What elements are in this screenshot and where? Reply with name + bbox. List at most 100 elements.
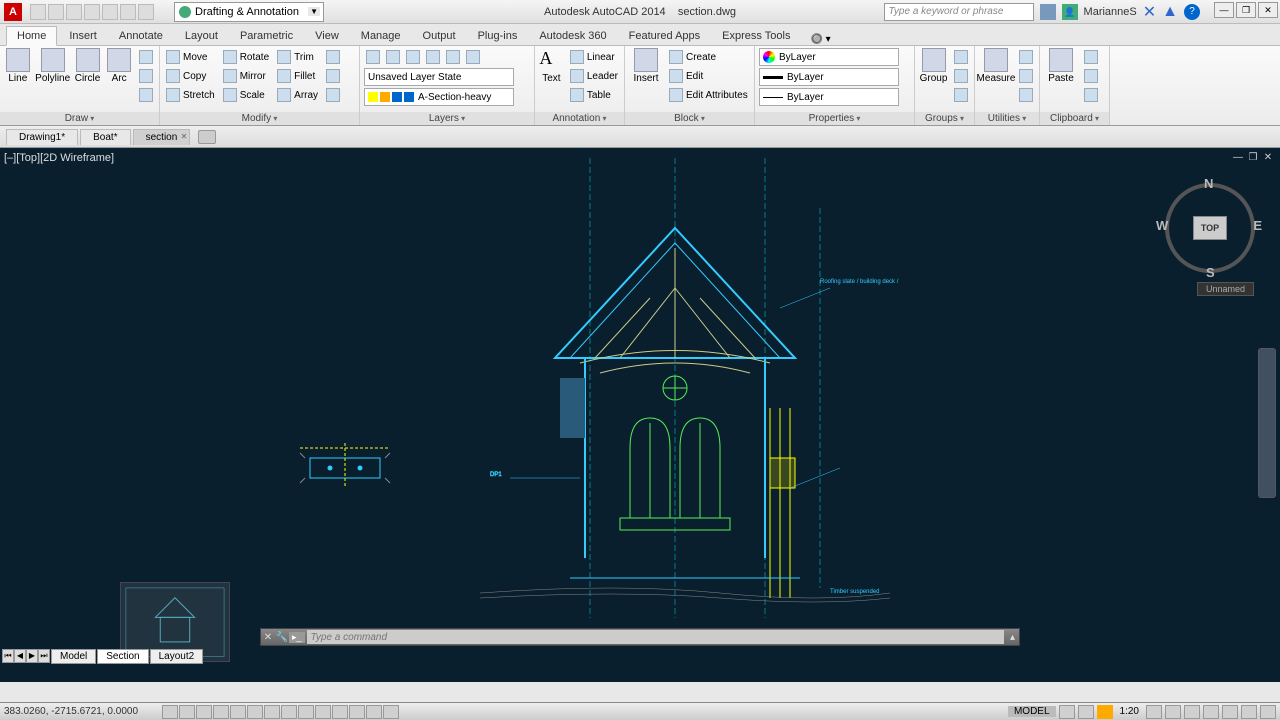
tool-text[interactable]: AText: [539, 48, 564, 84]
tool-linear-dim[interactable]: Linear: [568, 48, 620, 66]
minimize-button[interactable]: —: [1214, 2, 1234, 18]
panel-properties-title[interactable]: Properties: [755, 112, 914, 125]
cloud-icon[interactable]: ▲: [1162, 3, 1178, 21]
group-extra-3[interactable]: [952, 86, 970, 104]
tool-fillet[interactable]: Fillet: [275, 67, 320, 85]
ribbon-tab-output[interactable]: Output: [413, 27, 466, 45]
layer-freeze[interactable]: [404, 48, 422, 66]
panel-layers-title[interactable]: Layers: [360, 112, 534, 125]
scale-readout[interactable]: 1:20: [1116, 706, 1143, 717]
cmdline-close-icon[interactable]: ✕: [261, 632, 275, 643]
layout-first-icon[interactable]: ⏮: [2, 649, 14, 663]
sc-toggle[interactable]: [366, 705, 382, 719]
close-tab-icon[interactable]: ✕: [181, 132, 188, 141]
vp-close-icon[interactable]: ✕: [1262, 152, 1274, 164]
layer-current-dropdown[interactable]: A-Section-heavy: [364, 88, 514, 106]
ribbon-tab-view[interactable]: View: [305, 27, 349, 45]
tool-polyline[interactable]: Polyline: [36, 48, 70, 84]
drawing-canvas[interactable]: [–][Top][2D Wireframe] — ❐ ✕ TOP N S E W…: [0, 148, 1280, 682]
tool-create-block[interactable]: Create: [667, 48, 750, 66]
tool-move[interactable]: Move: [164, 48, 217, 66]
clip-copy[interactable]: [1082, 67, 1100, 85]
snap-toggle[interactable]: [162, 705, 178, 719]
panel-utilities-title[interactable]: Utilities: [975, 112, 1039, 125]
prop-lineweight-dropdown[interactable]: ByLayer: [759, 68, 899, 86]
panel-draw-title[interactable]: Draw: [0, 112, 159, 125]
layer-state-dropdown[interactable]: Unsaved Layer State: [364, 68, 514, 86]
tool-leader[interactable]: Leader: [568, 67, 620, 85]
layout-tab-model[interactable]: Model: [51, 649, 96, 664]
compass-e[interactable]: E: [1253, 218, 1262, 233]
quickview-icon[interactable]: [198, 130, 216, 144]
tpy-toggle[interactable]: [332, 705, 348, 719]
viewport-label[interactable]: [–][Top][2D Wireframe]: [4, 152, 114, 164]
modify-extra-1[interactable]: [324, 48, 342, 66]
file-tab-drawing1[interactable]: Drawing1*: [6, 129, 78, 145]
annoscale-icon[interactable]: [1097, 705, 1113, 719]
ducs-toggle[interactable]: [281, 705, 297, 719]
space-label[interactable]: MODEL: [1008, 706, 1056, 717]
qat-save-icon[interactable]: [66, 4, 82, 20]
modify-extra-2[interactable]: [324, 67, 342, 85]
help-icon[interactable]: ?: [1184, 4, 1200, 20]
tool-copy[interactable]: Copy: [164, 67, 217, 85]
ribbon-tab-manage[interactable]: Manage: [351, 27, 411, 45]
tool-paste[interactable]: Paste: [1044, 48, 1078, 84]
workspace-dropdown[interactable]: Drafting & Annotation: [174, 2, 324, 22]
prop-linetype-dropdown[interactable]: ByLayer: [759, 88, 899, 106]
file-tab-section[interactable]: section✕: [133, 129, 191, 145]
quickview-layouts-icon[interactable]: [1059, 705, 1075, 719]
panel-block-title[interactable]: Block: [625, 112, 754, 125]
toolbar-lock-icon[interactable]: [1203, 705, 1219, 719]
user-name-label[interactable]: MarianneS: [1084, 6, 1137, 18]
compass-s[interactable]: S: [1206, 265, 1215, 280]
tool-group[interactable]: Group: [919, 48, 948, 84]
qat-plot-icon[interactable]: [102, 4, 118, 20]
workspace-switch-icon[interactable]: [1184, 705, 1200, 719]
vp-minimize-icon[interactable]: —: [1232, 152, 1244, 164]
util-extra-1[interactable]: [1017, 48, 1035, 66]
qp-toggle[interactable]: [349, 705, 365, 719]
qat-undo-icon[interactable]: [120, 4, 136, 20]
layer-iso[interactable]: [384, 48, 402, 66]
ribbon-tab-a360[interactable]: Autodesk 360: [529, 27, 616, 45]
clip-cut[interactable]: [1082, 48, 1100, 66]
restore-button[interactable]: ❐: [1236, 2, 1256, 18]
layout-prev-icon[interactable]: ◀: [14, 649, 26, 663]
ribbon-tab-express[interactable]: Express Tools: [712, 27, 800, 45]
tool-array[interactable]: Array: [275, 86, 320, 104]
exchange-icon[interactable]: ✕: [1143, 2, 1156, 22]
draw-extra-1[interactable]: [137, 48, 155, 66]
otrack-toggle[interactable]: [264, 705, 280, 719]
osnap3d-toggle[interactable]: [247, 705, 263, 719]
draw-extra-2[interactable]: [137, 67, 155, 85]
ribbon-tab-home[interactable]: Home: [6, 26, 57, 46]
search-icon[interactable]: [1040, 4, 1056, 20]
wcs-label[interactable]: Unnamed: [1197, 282, 1254, 296]
ribbon-tab-insert[interactable]: Insert: [59, 27, 107, 45]
layer-off[interactable]: [424, 48, 442, 66]
qat-new-icon[interactable]: [30, 4, 46, 20]
cmdline-history-icon[interactable]: ▴: [1006, 632, 1019, 643]
ribbon-tab-plugins[interactable]: Plug-ins: [468, 27, 528, 45]
qat-saveas-icon[interactable]: [84, 4, 100, 20]
layout-next-icon[interactable]: ▶: [26, 649, 38, 663]
panel-modify-title[interactable]: Modify: [160, 112, 359, 125]
coordinates-readout[interactable]: 383.0260, -2715.6721, 0.0000: [4, 706, 154, 717]
tool-scale[interactable]: Scale: [221, 86, 271, 104]
lwt-toggle[interactable]: [315, 705, 331, 719]
ribbon-tab-parametric[interactable]: Parametric: [230, 27, 303, 45]
clip-match[interactable]: [1082, 86, 1100, 104]
ribbon-tab-layout[interactable]: Layout: [175, 27, 228, 45]
layer-match[interactable]: [464, 48, 482, 66]
hardware-accel-icon[interactable]: [1222, 705, 1238, 719]
ribbon-tab-annotate[interactable]: Annotate: [109, 27, 173, 45]
layout-last-icon[interactable]: ⏭: [38, 649, 50, 663]
quickview-drawings-icon[interactable]: [1078, 705, 1094, 719]
user-avatar-icon[interactable]: 👤: [1062, 4, 1078, 20]
infocenter-search[interactable]: Type a keyword or phrase: [884, 3, 1034, 21]
group-extra-2[interactable]: [952, 67, 970, 85]
cleanscreen-icon[interactable]: [1260, 705, 1276, 719]
tool-trim[interactable]: Trim: [275, 48, 320, 66]
layout-tab-layout2[interactable]: Layout2: [150, 649, 204, 664]
